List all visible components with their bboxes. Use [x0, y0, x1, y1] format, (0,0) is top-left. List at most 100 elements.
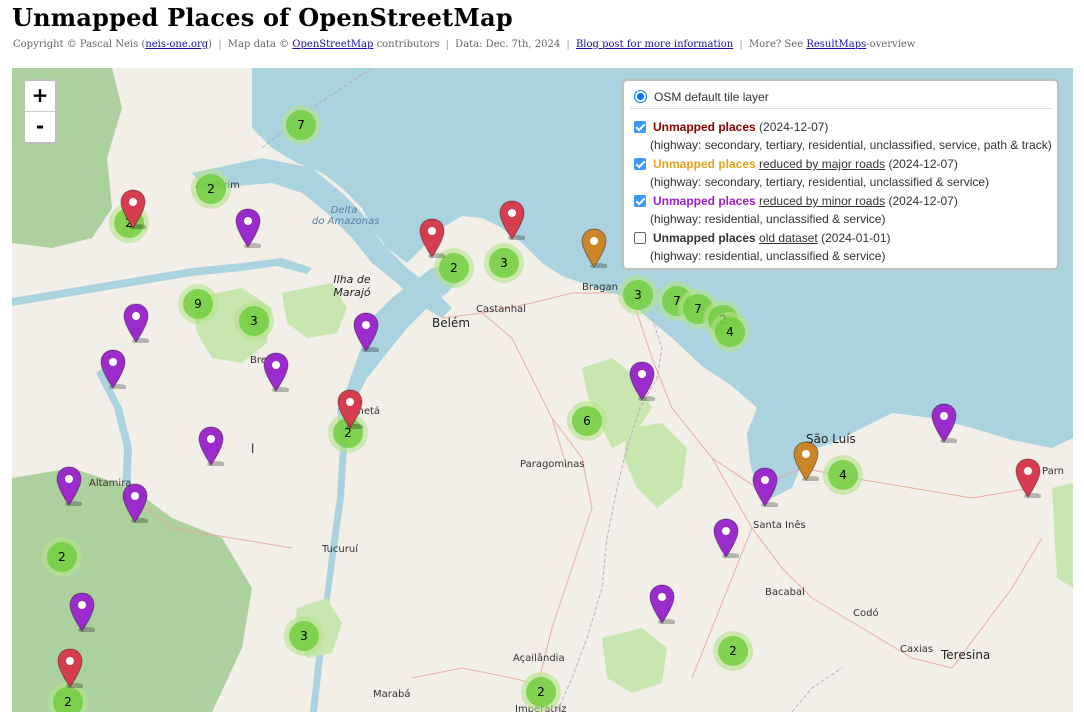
marker-cluster[interactable]: 9 [178, 284, 218, 324]
overlay-1-checkbox[interactable] [634, 121, 646, 133]
map-pin-icon[interactable] [198, 426, 225, 467]
map-pin-icon[interactable] [353, 312, 380, 353]
map-pin-icon[interactable] [752, 467, 779, 508]
blog-link[interactable]: Blog post for more information [576, 39, 733, 50]
zoom-control: + - [23, 79, 57, 144]
overlay-option-1[interactable]: Unmapped places (2024-12-07) [634, 120, 828, 134]
overlay-4-title: Unmapped places [653, 231, 756, 245]
resultmaps-link[interactable]: ResultMaps [806, 39, 866, 50]
marker-cluster[interactable]: 7 [281, 105, 321, 145]
map-pin-icon[interactable] [235, 208, 262, 249]
forest-grajau [602, 628, 667, 693]
place-label-maraba: Marabá [373, 689, 411, 700]
map-pin-icon[interactable] [123, 303, 150, 344]
map-pin-icon[interactable] [57, 648, 84, 689]
place-label-santa-ines: Santa Inês [753, 520, 806, 531]
overlay-3-link[interactable]: reduced by minor roads [759, 194, 885, 208]
map-pin-icon[interactable] [581, 228, 608, 269]
overlay-1-title: Unmapped places [653, 120, 756, 134]
marker-cluster[interactable]: 3 [284, 616, 324, 656]
copyright-text: Copyright © Pascal Neis ( [13, 39, 146, 50]
label-marajo-line1: Ilha de [333, 273, 371, 286]
cluster-count: 4 [828, 460, 858, 490]
map-pin-icon[interactable] [1015, 458, 1042, 499]
cluster-count: 3 [239, 306, 269, 336]
map-pin-icon[interactable] [120, 189, 147, 230]
base-layer-radio[interactable] [634, 90, 647, 103]
marker-cluster[interactable]: 3 [234, 301, 274, 341]
data-date: Data: Dec. 7th, 2024 [455, 39, 561, 50]
map-pin-icon[interactable] [419, 218, 446, 259]
place-label-caxias: Caxias [900, 644, 934, 655]
map-pin-icon[interactable] [499, 200, 526, 241]
zoom-in-button[interactable]: + [25, 81, 55, 111]
overlay-2-title: Unmapped places [653, 157, 756, 171]
cluster-count: 3 [489, 248, 519, 278]
map-pin-icon[interactable] [629, 361, 656, 402]
cluster-count: 7 [286, 110, 316, 140]
marker-cluster[interactable]: 4 [710, 312, 750, 352]
label-delta-line1: Delta [330, 205, 358, 216]
place-label-portel: l [251, 442, 255, 456]
overlay-option-3[interactable]: Unmapped places reduced by minor roads (… [634, 194, 958, 208]
map-pin-icon[interactable] [263, 352, 290, 393]
map-pin-icon[interactable] [649, 584, 676, 625]
cluster-count: 2 [526, 677, 556, 707]
cluster-count: 4 [715, 317, 745, 347]
overlay-3-checkbox[interactable] [634, 195, 646, 207]
marker-cluster[interactable]: 2 [42, 537, 82, 577]
map-pin-icon[interactable] [337, 389, 364, 430]
more-suffix: -overview [866, 39, 916, 50]
osm-link[interactable]: OpenStreetMap [292, 39, 373, 50]
overlay-4-checkbox[interactable] [634, 232, 646, 244]
map-pin-icon[interactable] [793, 441, 820, 482]
map-pin-icon[interactable] [931, 403, 958, 444]
forest-east [1052, 483, 1073, 588]
overlay-2-date: (2024-12-07) [888, 157, 958, 171]
map-pin-icon[interactable] [56, 466, 83, 507]
overlay-1-detail: (highway: secondary, tertiary, residenti… [650, 138, 1052, 152]
marker-cluster[interactable]: 2 [713, 631, 753, 671]
place-label-belem: Belém [432, 316, 471, 330]
place-label-acailandia: Açailândia [513, 653, 565, 664]
map-pin-icon[interactable] [100, 349, 127, 390]
map-canvas[interactable]: Belém Castanhal Bragan Paragominas São L… [12, 68, 1073, 712]
marker-cluster[interactable]: 4 [823, 455, 863, 495]
place-label-braganca: Bragan [582, 282, 618, 293]
layer-control: OSM default tile layer Unmapped places (… [622, 79, 1059, 270]
marker-cluster[interactable]: 2 [521, 672, 561, 712]
overlay-4-link[interactable]: old dataset [759, 231, 818, 245]
cluster-count: 6 [572, 406, 602, 436]
place-label-parnaiba: Parn [1042, 466, 1064, 477]
marker-cluster[interactable]: 2 [191, 169, 231, 209]
overlay-option-4[interactable]: Unmapped places old dataset (2024-01-01) [634, 231, 890, 245]
overlay-1-date: (2024-12-07) [759, 120, 829, 134]
map-pin-icon[interactable] [69, 592, 96, 633]
credits-bar: Copyright © Pascal Neis (neis-one.org) |… [13, 39, 915, 50]
separator: | [739, 39, 743, 50]
base-layer-option[interactable]: OSM default tile layer [634, 90, 769, 104]
cluster-count: 2 [47, 542, 77, 572]
label-delta: Delta do Amazonas [312, 205, 379, 227]
overlay-2-checkbox[interactable] [634, 158, 646, 170]
zoom-out-button[interactable]: - [25, 111, 55, 142]
place-label-codo: Codó [853, 608, 879, 619]
amazon-channel [12, 258, 312, 306]
tocantins-river [310, 408, 347, 712]
marker-cluster[interactable]: 3 [618, 275, 658, 315]
overlay-3-date: (2024-12-07) [888, 194, 958, 208]
separator: | [566, 39, 570, 50]
cluster-count: 3 [623, 280, 653, 310]
cluster-count: 2 [196, 174, 226, 204]
overlay-2-link[interactable]: reduced by major roads [759, 157, 885, 171]
place-label-castanhal: Castanhal [476, 304, 526, 315]
marker-cluster[interactable]: 6 [567, 401, 607, 441]
label-marajo-line2: Marajó [333, 286, 371, 299]
marker-cluster[interactable]: 3 [484, 243, 524, 283]
overlay-2-detail: (highway: secondary, tertiary, residenti… [650, 175, 990, 189]
map-pin-icon[interactable] [713, 518, 740, 559]
cluster-count: 2 [718, 636, 748, 666]
map-pin-icon[interactable] [122, 483, 149, 524]
overlay-option-2[interactable]: Unmapped places reduced by major roads (… [634, 157, 958, 171]
author-link[interactable]: neis-one.org [145, 39, 208, 50]
